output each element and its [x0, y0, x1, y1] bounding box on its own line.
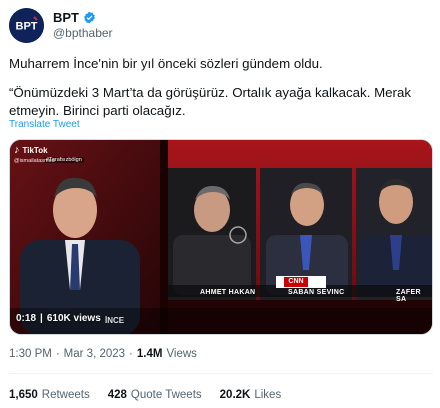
- author-name-row: BPT: [53, 10, 96, 25]
- retweets-label: Retweets: [41, 389, 90, 401]
- name-caption-ahmet-hakan: AHMET HAKAN: [200, 289, 256, 296]
- tweet-views-count: 1.4M: [136, 348, 163, 360]
- tweet-text-quote: “Önümüzdeki 3 Mart’ta da görüşürüz. Orta…: [9, 85, 412, 118]
- tiktok-username: @ismailatasmed: [14, 158, 55, 164]
- svg-text:BPT: BPT: [16, 21, 38, 33]
- video-controls: 0:18 | 610K views: [16, 313, 101, 324]
- quote-tweets-label: Quote Tweets: [130, 389, 202, 401]
- tweet-stats: 1,650 Retweets 428 Quote Tweets 20.2K Li…: [9, 389, 281, 401]
- retweets-stat[interactable]: 1,650 Retweets: [9, 389, 90, 401]
- meta-separator: ·: [129, 348, 133, 360]
- tweet-views-label: Views: [166, 348, 197, 360]
- name-caption-zafer: ZAFER SA: [396, 289, 421, 303]
- tweet-text-headline: Muharrem İnce'nin bir yıl önceki sözleri…: [9, 56, 323, 71]
- meta-separator: ·: [55, 348, 60, 360]
- tiktok-watermark: ♪ TikTok: [14, 144, 48, 156]
- author-display-name[interactable]: BPT: [53, 10, 79, 25]
- cnn-logo: CNN: [284, 277, 308, 287]
- tweet-meta: 1:30 PM · Mar 3, 2023 · 1.4M Views: [9, 348, 197, 360]
- tiktok-label: TikTok: [22, 145, 48, 155]
- bpt-logo-icon: BPT: [9, 8, 44, 43]
- tweet-video[interactable]: ♪ TikTok #Tarafsızbölgn @ismailatasmed C…: [9, 139, 433, 335]
- tweet: BPT BPT @bpthaber Muharrem İnce'nin bir …: [0, 0, 440, 408]
- video-duration: 0:18: [16, 313, 37, 324]
- author-handle[interactable]: @bpthaber: [53, 26, 113, 40]
- divider: [9, 373, 433, 374]
- translate-tweet-link[interactable]: Translate Tweet: [9, 119, 80, 130]
- quote-tweets-count: 428: [107, 389, 127, 401]
- speaker-caption: İNCE: [105, 316, 125, 325]
- likes-stat[interactable]: 20.2K Likes: [220, 389, 282, 401]
- author-avatar[interactable]: BPT: [9, 8, 44, 43]
- likes-count: 20.2K: [219, 389, 251, 401]
- quote-tweets-stat[interactable]: 428 Quote Tweets: [108, 389, 202, 401]
- tweet-date[interactable]: Mar 3, 2023: [64, 348, 125, 360]
- video-views: 610K views: [46, 313, 101, 324]
- video-frame: [10, 140, 432, 334]
- likes-label: Likes: [254, 389, 282, 401]
- name-caption-saban-sevinc: SABAN SEVINC: [288, 289, 345, 296]
- retweets-count: 1,650: [9, 389, 38, 401]
- tweet-time[interactable]: 1:30 PM: [9, 348, 52, 360]
- verified-badge-icon: [84, 11, 95, 24]
- tiktok-icon: ♪: [14, 144, 20, 156]
